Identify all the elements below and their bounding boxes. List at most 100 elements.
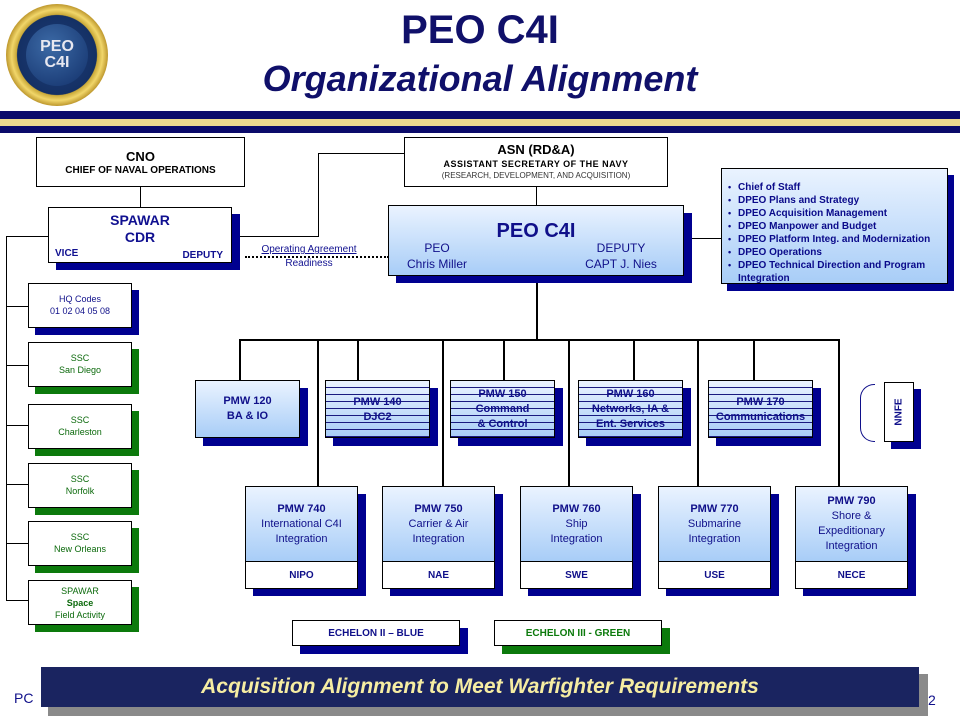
pmw-label: Expeditionary xyxy=(818,525,885,537)
drop-pmw170 xyxy=(753,339,755,381)
peo-name: Chris Miller xyxy=(407,257,467,271)
readiness-label: Readiness xyxy=(285,258,333,269)
drop-pmw120 xyxy=(239,339,241,381)
drop-pmw750 xyxy=(442,339,444,487)
pmw-box[interactable]: PMW 140 DJC2 xyxy=(325,380,430,438)
cno-title: CNO xyxy=(126,149,155,164)
spawar-title2: CDR xyxy=(124,229,156,245)
drop-pmw150 xyxy=(503,339,505,381)
pmw-label: PMW 160 xyxy=(606,388,655,400)
pmw-label: Carrier & Air xyxy=(408,518,469,530)
header-band-navy-top xyxy=(0,111,960,119)
operating-agreement-label: Operating Agreement xyxy=(261,244,357,255)
spawar-vice: VICE xyxy=(55,248,79,259)
staff-box: Chief of Staff DPEO Plans and Strategy D… xyxy=(721,168,948,284)
connector-pmw-bus xyxy=(239,339,840,341)
left-unit-label: HQ Codes xyxy=(58,294,102,304)
pmw-label: PMW 760 xyxy=(552,503,601,515)
left-unit-box: SSC New Orleans xyxy=(28,521,132,566)
asn-subtitle-detail: (RESEARCH, DEVELOPMENT, AND ACQUISITION) xyxy=(441,171,631,180)
pmw-label: PMW 150 xyxy=(478,388,527,400)
legend-echelon-ii: ECHELON II – BLUE xyxy=(292,620,460,646)
cno-subtitle: CHIEF OF NAVAL OPERATIONS xyxy=(65,165,216,176)
left-unit-label: Field Activity xyxy=(54,610,105,620)
pmw-label: PMW 740 xyxy=(277,503,326,515)
pmw-box[interactable]: PMW 120 BA & IO xyxy=(195,380,300,438)
left-unit-label: SSC xyxy=(70,474,90,484)
peo-c4i-box: PEO C4I PEO Chris Miller DEPUTY CAPT J. … xyxy=(388,205,684,276)
connector-ssc-no xyxy=(6,543,28,544)
asn-subtitle: ASSISTANT SECRETARY OF THE NAVY xyxy=(443,159,629,169)
staff-item: DPEO Manpower and Budget xyxy=(726,220,947,233)
pmw-box[interactable]: PMW 150 Command & Control xyxy=(450,380,555,438)
pmw-code-label: NIPO xyxy=(289,570,314,581)
legend-echelon-iii-label: ECHELON III - GREEN xyxy=(525,628,631,639)
page-number: 2 xyxy=(928,692,936,708)
left-unit-label: SSC xyxy=(70,415,90,425)
pmw-label: International C4I xyxy=(261,518,342,530)
connector-spawar-asn-v xyxy=(318,153,319,237)
left-unit-label: SPAWAR xyxy=(61,586,99,596)
connector-peo-pmw xyxy=(536,276,538,340)
left-unit-box: SSC San Diego xyxy=(28,342,132,387)
pmw-label: Integration xyxy=(688,533,741,545)
pmw-label: Ent. Services xyxy=(595,418,666,430)
connector-asn-left xyxy=(318,153,404,154)
connector-spawar-space xyxy=(6,600,28,601)
pmw-label: Integration xyxy=(550,533,603,545)
pmw-box[interactable]: PMW 160 Networks, IA & Ent. Services xyxy=(578,380,683,438)
pmw-label: Ship xyxy=(565,518,588,530)
asn-box: ASN (RD&A) ASSISTANT SECRETARY OF THE NA… xyxy=(404,137,668,187)
drop-pmw160 xyxy=(633,339,635,381)
pmw-label: & Control xyxy=(477,418,528,430)
pmw-label: Integration xyxy=(825,540,878,552)
pmw-label: BA & IO xyxy=(226,410,269,422)
pmw-box[interactable]: PMW 170 Communications xyxy=(708,380,813,438)
pmw-label: Integration xyxy=(275,533,328,545)
left-unit-label: Norfolk xyxy=(65,486,95,496)
pmw-code-box: USE xyxy=(658,561,771,589)
staff-item: DPEO Plans and Strategy xyxy=(726,194,947,207)
pmw-code-box: NAE xyxy=(382,561,495,589)
pmw-code-box: SWE xyxy=(520,561,633,589)
spawar-box: SPAWAR CDR VICE DEPUTY xyxy=(48,207,232,263)
footer-left-text: PC xyxy=(14,690,34,706)
drop-pmw760 xyxy=(568,339,570,487)
pmw-label: Command xyxy=(475,403,530,415)
pmw-code-label: SWE xyxy=(565,570,588,581)
legend-echelon-iii: ECHELON III - GREEN xyxy=(494,620,662,646)
cno-box: CNO CHIEF OF NAVAL OPERATIONS xyxy=(36,137,245,187)
drop-pmw770 xyxy=(697,339,699,487)
pmw-code-label: NECE xyxy=(837,570,866,581)
nnfe-label: NNFE xyxy=(893,398,905,426)
peo-role: PEO xyxy=(424,241,450,255)
deputy-name: CAPT J. Nies xyxy=(585,257,657,271)
connector-left-spine xyxy=(6,236,7,601)
staff-item: DPEO Acquisition Management xyxy=(726,207,947,220)
header-band-gold xyxy=(0,119,960,126)
pmw-code-box: NECE xyxy=(795,561,908,589)
pmw-box[interactable]: PMW 790 Shore & Expeditionary Integration xyxy=(795,486,908,562)
pmw-label: PMW 790 xyxy=(827,495,876,507)
pmw-box[interactable]: PMW 760 Ship Integration xyxy=(520,486,633,562)
page-subtitle: Organizational Alignment xyxy=(262,58,698,99)
pmw-box[interactable]: PMW 770 Submarine Integration xyxy=(658,486,771,562)
left-unit-box: SPAWAR Space Field Activity xyxy=(28,580,132,625)
pmw-box[interactable]: PMW 750 Carrier & Air Integration xyxy=(382,486,495,562)
footer-banner: Acquisition Alignment to Meet Warfighter… xyxy=(41,667,919,707)
connector-hq xyxy=(6,306,28,307)
staff-list: Chief of Staff DPEO Plans and Strategy D… xyxy=(726,181,947,285)
left-unit-label: New Orleans xyxy=(53,544,107,554)
staff-item: Chief of Staff xyxy=(726,181,947,194)
pmw-label: DJC2 xyxy=(363,411,392,423)
connector-asn-peo xyxy=(536,186,537,206)
spawar-deputy: DEPUTY xyxy=(182,250,223,261)
pmw-label: Networks, IA & xyxy=(591,403,670,415)
left-unit-label: Charleston xyxy=(58,427,102,437)
pmw-code-label: NAE xyxy=(427,570,450,581)
pmw-label: PMW 770 xyxy=(690,503,739,515)
pmw-label: PMW 140 xyxy=(353,396,402,408)
legend-echelon-ii-label: ECHELON II – BLUE xyxy=(328,628,424,639)
left-unit-label: SSC xyxy=(70,532,90,542)
pmw-box[interactable]: PMW 740 International C4I Integration xyxy=(245,486,358,562)
